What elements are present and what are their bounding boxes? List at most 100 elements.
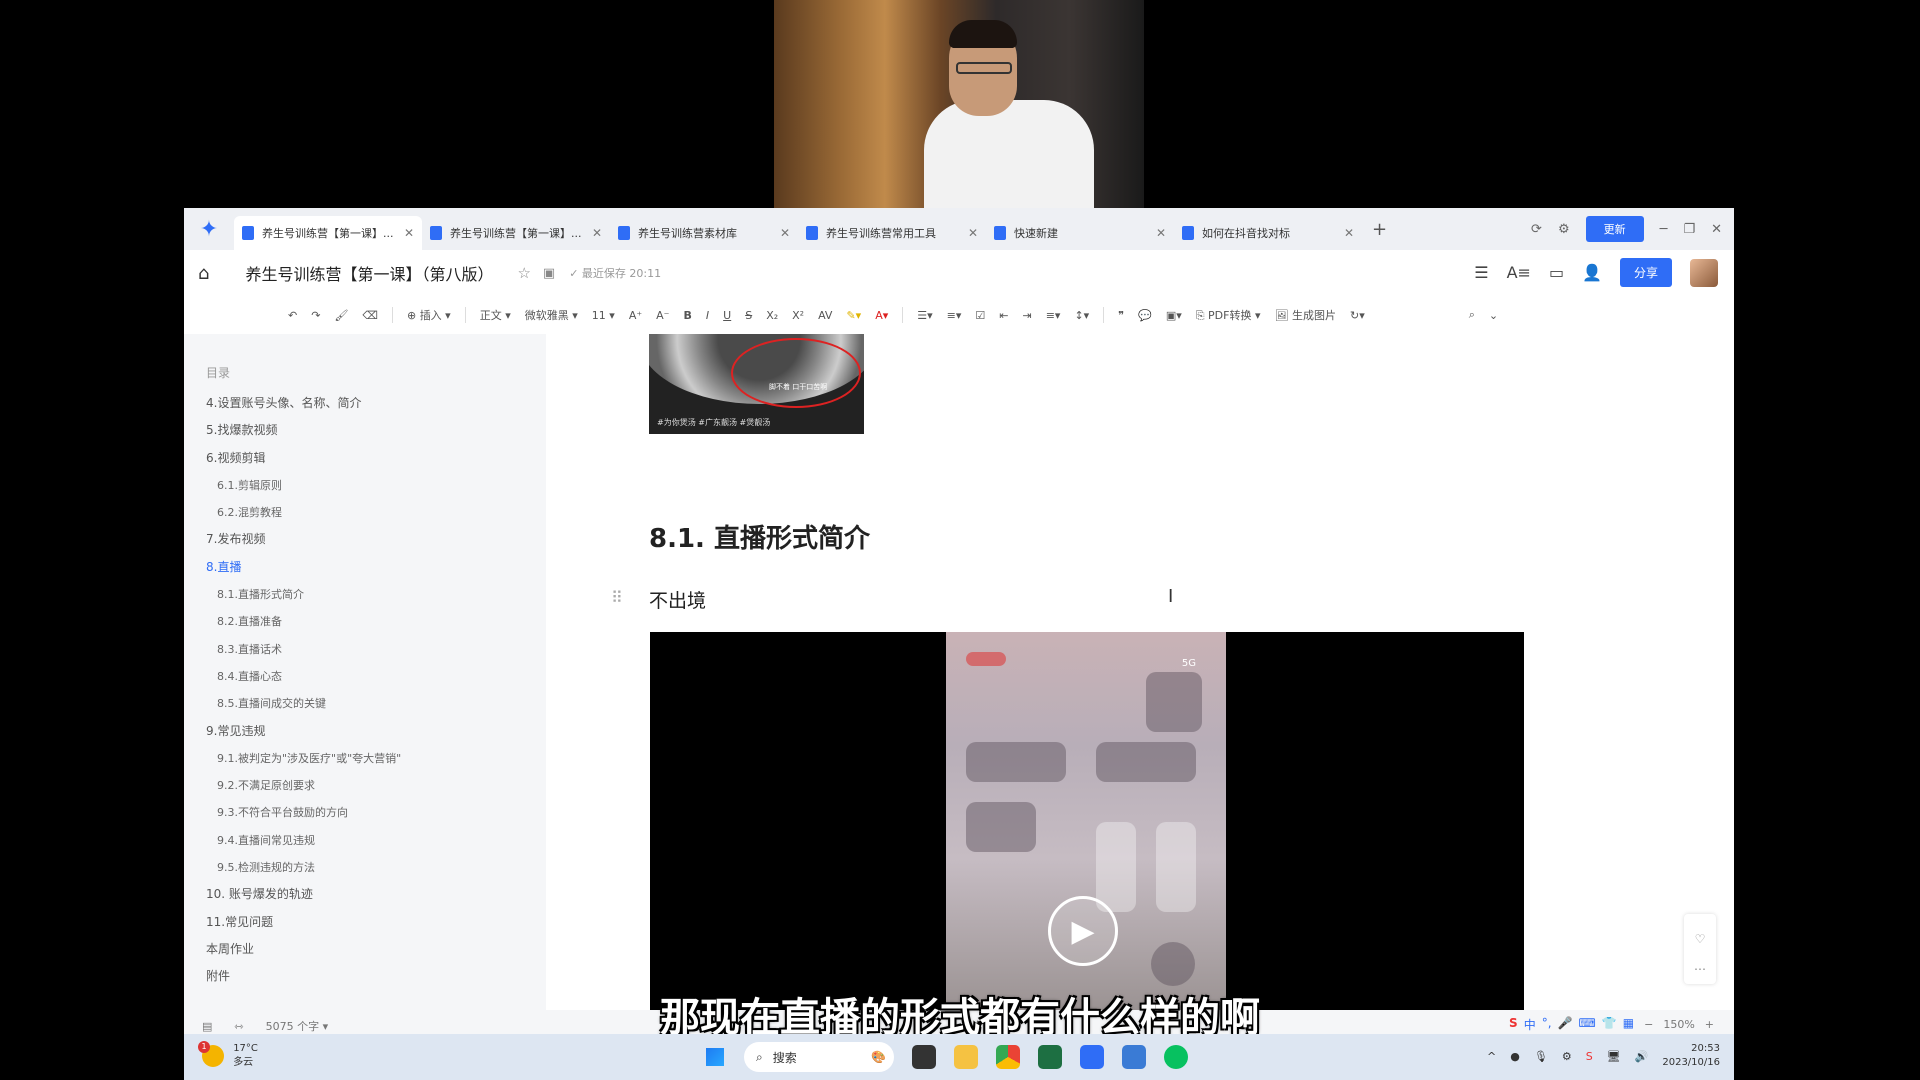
tab-doc-4[interactable]: 养生号训练营常用工具 ✕ (798, 216, 986, 250)
close-window-icon[interactable]: ✕ (1711, 222, 1722, 237)
toc-item[interactable]: 10. 账号爆发的轨迹 (206, 881, 536, 908)
toc-item[interactable]: 11.常见问题 (206, 909, 536, 936)
paragraph-text[interactable]: 不出境 (649, 586, 706, 613)
tab-doc-6[interactable]: 如何在抖音找对标 ✕ (1174, 216, 1362, 250)
font-grow-icon[interactable]: A⁺ (629, 309, 642, 322)
tray-settings-icon[interactable]: ⚙ (1562, 1050, 1572, 1063)
toc-item[interactable]: 7.发布视频 (206, 526, 536, 553)
tray-app-icon[interactable]: ● (1510, 1050, 1520, 1063)
strikethrough-icon[interactable]: S (745, 309, 752, 322)
home-icon[interactable]: ⌂ (198, 263, 209, 284)
toc-item[interactable]: 5.找爆款视频 (206, 417, 536, 444)
menu-icon[interactable]: ☰ (1474, 263, 1488, 282)
font-shrink-icon[interactable]: A⁻ (656, 309, 669, 322)
share-button[interactable]: 分享 (1619, 258, 1672, 287)
volume-icon[interactable]: 🔊 (1635, 1050, 1649, 1063)
comment-icon[interactable]: 💬 (1138, 309, 1152, 322)
toc-item[interactable]: 4.设置账号头像、名称、简介 (206, 390, 536, 417)
undo-icon[interactable]: ↶ (288, 309, 297, 322)
clear-format-icon[interactable]: ⌫ (362, 309, 378, 322)
subscript-icon[interactable]: X₂ (766, 309, 778, 322)
superscript-icon[interactable]: X² (792, 309, 804, 322)
close-icon[interactable]: ✕ (968, 226, 978, 240)
toc-item[interactable]: 8.2.直播准备 (206, 608, 536, 635)
tab-doc-1[interactable]: 养生号训练营【第一课】... ✕ (234, 216, 422, 250)
video-thumbnail-image[interactable]: 脚不着 口干口苦啊 #为你煲汤 #广东靓汤 #煲靓汤 (649, 334, 864, 434)
close-icon[interactable]: ✕ (780, 226, 790, 240)
task-view-icon[interactable] (912, 1045, 936, 1069)
highlight-icon[interactable]: ✎▾ (846, 309, 861, 322)
paragraph-style-select[interactable]: 正文 ▾ (480, 307, 511, 323)
close-icon[interactable]: ✕ (1156, 226, 1166, 240)
wechat-icon[interactable] (1164, 1045, 1188, 1069)
generate-image-button[interactable]: 🖼 生成图片 (1275, 307, 1336, 323)
toc-item[interactable]: 9.2.不满足原创要求 (206, 772, 536, 799)
lark-icon[interactable] (1122, 1045, 1146, 1069)
collaborators-icon[interactable]: 👤 (1582, 263, 1602, 282)
insert-button[interactable]: ⊕ 插入 ▾ (407, 307, 451, 323)
search-icon[interactable]: ⌕ (1469, 308, 1475, 322)
line-spacing-icon[interactable]: ↕▾ (1074, 309, 1089, 322)
tab-quick-new[interactable]: 快速新建 ✕ (986, 216, 1174, 250)
chrome-icon[interactable] (996, 1045, 1020, 1069)
tray-chevron-up-icon[interactable]: ^ (1487, 1050, 1496, 1063)
drag-handle-icon[interactable]: ⠿ (611, 588, 623, 607)
font-family-select[interactable]: 微软雅黑 ▾ (525, 307, 578, 323)
toc-item[interactable]: 9.3.不符合平台鼓励的方向 (206, 799, 536, 826)
embedded-video[interactable]: 5G ▶ (650, 632, 1524, 1010)
close-icon[interactable]: ✕ (592, 226, 602, 240)
refresh-icon[interactable]: ↻▾ (1350, 309, 1365, 322)
char-spacing-icon[interactable]: AV (818, 309, 832, 322)
document-canvas[interactable]: 脚不着 口干口苦啊 #为你煲汤 #广东靓汤 #煲靓汤 8.1. 直播形式简介 ⠿… (546, 334, 1630, 1010)
checklist-icon[interactable]: ☑ (975, 309, 985, 322)
toc-item[interactable]: 8.4.直播心态 (206, 663, 536, 690)
numbered-list-icon[interactable]: ≡▾ (947, 309, 962, 322)
toc-item[interactable]: 9.4.直播间常见违规 (206, 827, 536, 854)
network-icon[interactable]: 🖥 (1607, 1050, 1621, 1063)
toc-item[interactable]: 8.直播 (206, 554, 536, 581)
quote-icon[interactable]: ❞ (1118, 309, 1124, 322)
toc-item[interactable]: 本周作业 (206, 936, 536, 963)
tab-doc-3[interactable]: 养生号训练营素材库 ✕ (610, 216, 798, 250)
user-avatar[interactable] (1690, 258, 1718, 287)
chevron-down-icon[interactable]: ⌄ (1489, 309, 1498, 322)
tray-sogou-icon[interactable]: S (1586, 1050, 1593, 1063)
minimize-icon[interactable]: ─ (1660, 222, 1668, 237)
ai-assistant-icon[interactable]: ♡ (1684, 924, 1716, 954)
italic-icon[interactable]: I (706, 309, 709, 322)
more-icon[interactable]: ⋯ (1684, 954, 1716, 984)
new-tab-plus-icon[interactable]: + (1372, 219, 1387, 240)
move-folder-icon[interactable]: ▣ (543, 266, 555, 281)
toc-item[interactable]: 8.1.直播形式简介 (206, 581, 536, 608)
font-size-select[interactable]: 11 ▾ (592, 309, 615, 322)
docs-app-icon[interactable] (1080, 1045, 1104, 1069)
file-explorer-icon[interactable] (954, 1045, 978, 1069)
taskbar-search[interactable]: ⌕ 搜索 🎨 (744, 1042, 894, 1072)
format-painter-icon[interactable]: 🖌 (334, 309, 348, 322)
toc-item[interactable]: 9.常见违规 (206, 718, 536, 745)
toc-item[interactable]: 8.5.直播间成交的关键 (206, 690, 536, 717)
close-icon[interactable]: ✕ (404, 226, 414, 240)
doc-title[interactable]: 养生号训练营【第一课】（第八版） (245, 261, 493, 285)
font-color-icon[interactable]: A▾ (875, 309, 888, 322)
toc-item[interactable]: 8.3.直播话术 (206, 636, 536, 663)
toc-item[interactable]: 9.1.被判定为"涉及医疗"或"夸大营销" (206, 745, 536, 772)
star-icon[interactable]: ☆ (517, 264, 530, 282)
indent-increase-icon[interactable]: ⇥ (1022, 309, 1031, 322)
windows-start-icon[interactable] (704, 1046, 726, 1068)
image-insert-icon[interactable]: ▣▾ (1166, 309, 1182, 322)
restore-icon[interactable]: ❐ (1683, 222, 1695, 237)
weather-widget[interactable]: 1 17°C 多云 (198, 1041, 258, 1070)
bold-icon[interactable]: B (684, 309, 692, 322)
toc-item[interactable]: 9.5.检测违规的方法 (206, 854, 536, 881)
update-button[interactable]: 更新 (1585, 216, 1644, 242)
toc-item[interactable]: 6.视频剪辑 (206, 445, 536, 472)
sync-icon[interactable]: ⟳ (1531, 222, 1542, 237)
pdf-convert-button[interactable]: ⎘ PDF转换 ▾ (1196, 307, 1261, 323)
align-icon[interactable]: ≡▾ (1046, 309, 1061, 322)
toc-item[interactable]: 6.1.剪辑原则 (206, 472, 536, 499)
close-icon[interactable]: ✕ (1344, 226, 1354, 240)
tab-doc-2[interactable]: 养生号训练营【第一课】... ✕ (422, 216, 610, 250)
tray-mic-icon[interactable]: 🎙 (1534, 1050, 1548, 1063)
indent-decrease-icon[interactable]: ⇤ (999, 309, 1008, 322)
